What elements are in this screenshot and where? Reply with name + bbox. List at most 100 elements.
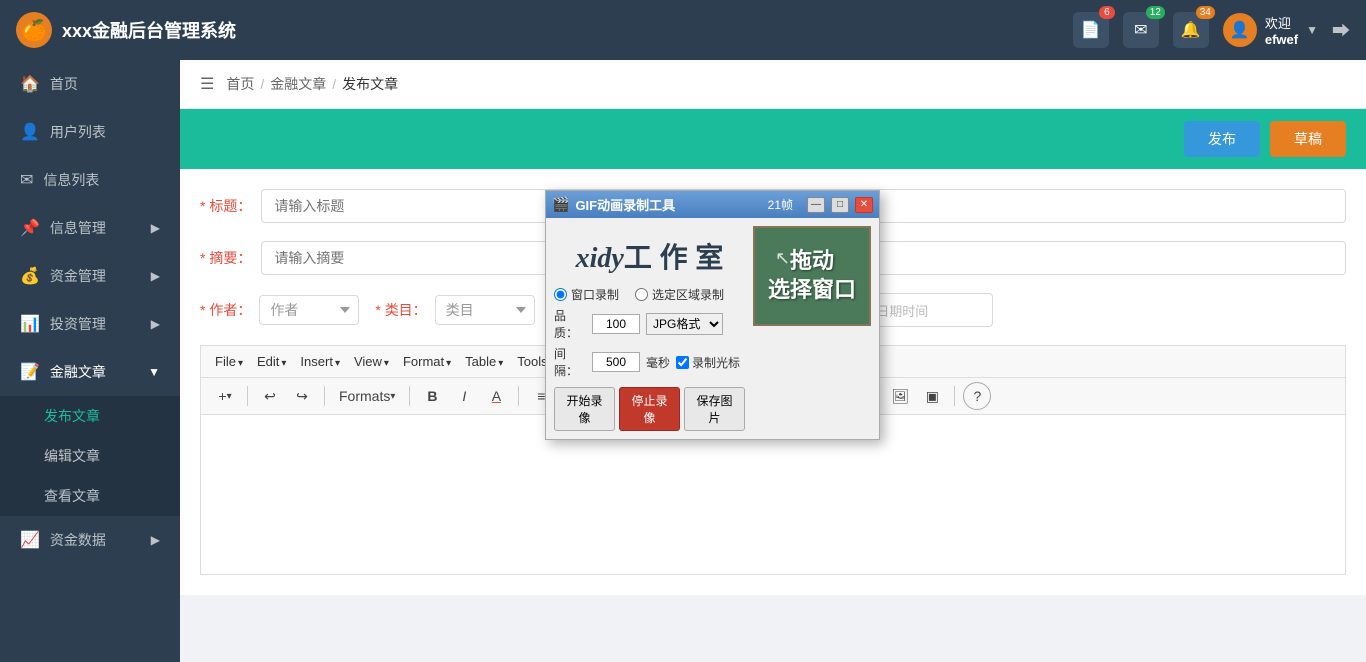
- logo-icon: 🍊: [16, 12, 52, 48]
- gif-preview-right: ↖ 拖动 选择窗口: [753, 226, 871, 326]
- sidebar-item-finance-label: 金融文章: [50, 362, 106, 382]
- gif-settings: 品质： JPG格式 PNG格式 间隔： 毫秒 录制光标: [554, 307, 745, 379]
- radio-region-record[interactable]: 选定区域录制: [635, 286, 724, 303]
- author-select[interactable]: 作者: [259, 295, 359, 325]
- breadcrumb-sep-2: /: [332, 76, 336, 92]
- publish-button[interactable]: 发布: [1184, 121, 1260, 157]
- editor-menu-view[interactable]: View▾: [350, 352, 393, 371]
- save-image-button[interactable]: 保存图片: [684, 387, 745, 431]
- sidebar-item-users[interactable]: 👤 用户列表: [0, 108, 180, 156]
- interval-label: 间隔：: [554, 345, 586, 379]
- format-select[interactable]: JPG格式 PNG格式: [646, 313, 723, 335]
- header: 🍊 xxx金融后台管理系统 📄 6 ✉ 12 🔔 34 👤 欢迎 efwef ▼…: [0, 0, 1366, 60]
- radio-window-record[interactable]: 窗口录制: [554, 286, 619, 303]
- editor-menu-format[interactable]: Format▾: [399, 352, 455, 371]
- category-select[interactable]: 类目: [435, 295, 535, 325]
- sidebar-item-assets-label: 资金管理: [50, 266, 106, 286]
- sidebar-sub-item-edit[interactable]: 编辑文章: [0, 436, 180, 476]
- start-record-button[interactable]: 开始录像: [554, 387, 615, 431]
- sidebar-item-info-mgmt[interactable]: 📌 信息管理 ▶: [0, 204, 180, 252]
- record-cursor-checkbox[interactable]: [676, 356, 689, 369]
- minimize-button[interactable]: —: [807, 197, 825, 213]
- mail-sidebar-icon: ✉: [20, 170, 33, 190]
- font-color-button[interactable]: A: [482, 382, 510, 410]
- gif-right-line2: 选择窗口: [768, 277, 856, 302]
- username-text: efwef: [1265, 32, 1298, 47]
- gif-window-title: GIF动画录制工具: [575, 195, 761, 214]
- stop-record-button[interactable]: 停止录像: [619, 387, 680, 431]
- logo: 🍊 xxx金融后台管理系统: [16, 12, 236, 48]
- money-icon: 💰: [20, 266, 40, 286]
- sidebar-item-invest-label: 投资管理: [50, 314, 106, 334]
- mail-icon-btn[interactable]: ✉ 12: [1123, 12, 1159, 48]
- gif-frame-count: 21帧: [768, 196, 793, 213]
- radio-region-input[interactable]: [635, 288, 648, 301]
- action-bar: 发布 草稿: [180, 109, 1366, 169]
- radio-window-input[interactable]: [554, 288, 567, 301]
- breadcrumb-finance[interactable]: 金融文章: [270, 74, 326, 94]
- redo-button[interactable]: ↪: [288, 382, 316, 410]
- editor-menu-insert[interactable]: Insert▾: [296, 352, 344, 371]
- sidebar-item-info-mgmt-label: 信息管理: [50, 218, 106, 238]
- maximize-button[interactable]: □: [831, 197, 849, 213]
- interval-input[interactable]: [592, 352, 640, 372]
- quality-input[interactable]: [592, 314, 640, 334]
- editor-menu-table[interactable]: Table▾: [461, 352, 507, 371]
- document-badge: 6: [1099, 6, 1115, 19]
- undo-button[interactable]: ↩: [256, 382, 284, 410]
- pin-icon: 📌: [20, 218, 40, 238]
- breadcrumb: ☰ 首页 / 金融文章 / 发布文章: [180, 60, 1366, 109]
- sidebar-item-home[interactable]: 🏠 首页: [0, 60, 180, 108]
- title-label: 标题：: [200, 196, 251, 216]
- toolbar-sep-1: [247, 386, 248, 406]
- editor-menu-edit[interactable]: Edit▾: [253, 352, 290, 371]
- record-cursor-checkbox-label[interactable]: 录制光标: [676, 354, 740, 371]
- chevron-right-icon-3: ▶: [151, 317, 160, 331]
- gif-preview-text: xidy工 作 室: [554, 226, 745, 282]
- mail-badge: 12: [1146, 6, 1165, 19]
- abstract-label: 摘要：: [200, 248, 251, 268]
- sidebar-sub-item-view[interactable]: 查看文章: [0, 476, 180, 516]
- radio-region-label: 选定区域录制: [652, 286, 724, 303]
- document-icon-btn[interactable]: 📄 6: [1073, 12, 1109, 48]
- bell-badge: 34: [1196, 6, 1215, 19]
- sidebar-item-invest[interactable]: 📊 投资管理 ▶: [0, 300, 180, 348]
- quality-label: 品质：: [554, 307, 586, 341]
- logout-icon[interactable]: ⮕: [1332, 17, 1350, 43]
- gif-action-buttons: 开始录像 停止录像 保存图片: [554, 387, 745, 431]
- sidebar-item-assets[interactable]: 💰 资金管理 ▶: [0, 252, 180, 300]
- menu-icon: ☰: [200, 74, 214, 94]
- sidebar-item-assets-data[interactable]: 📈 资金数据 ▶: [0, 516, 180, 564]
- formats-dropdown[interactable]: Formats▾: [333, 382, 401, 410]
- editor-menu-file[interactable]: File▾: [211, 352, 247, 371]
- media-button[interactable]: ▣: [918, 382, 946, 410]
- greeting-text: 欢迎: [1265, 13, 1298, 32]
- help-button[interactable]: ?: [963, 382, 991, 410]
- sidebar: 🏠 首页 👤 用户列表 ✉ 信息列表 📌 信息管理 ▶ 💰 资金管理 ▶ 📊 投…: [0, 60, 180, 662]
- gif-preview-chinese: 工 作 室: [624, 242, 724, 273]
- gif-window-icon: 🎬: [552, 196, 569, 213]
- draft-button[interactable]: 草稿: [1270, 121, 1346, 157]
- user-menu[interactable]: 👤 欢迎 efwef ▼: [1223, 13, 1318, 47]
- sidebar-item-messages-label: 信息列表: [43, 170, 99, 190]
- home-icon: 🏠: [20, 74, 40, 94]
- sidebar-sub-item-publish[interactable]: 发布文章: [0, 396, 180, 436]
- cursor-icon: ↖: [775, 248, 790, 269]
- bell-icon-btn[interactable]: 🔔 34: [1173, 12, 1209, 48]
- sidebar-item-messages[interactable]: ✉ 信息列表: [0, 156, 180, 204]
- author-label: 作者：: [200, 300, 251, 320]
- bold-button[interactable]: B: [418, 382, 446, 410]
- breadcrumb-home[interactable]: 首页: [226, 74, 254, 94]
- close-button[interactable]: ✕: [855, 197, 873, 213]
- sidebar-item-users-label: 用户列表: [50, 122, 106, 142]
- app-title: xxx金融后台管理系统: [62, 17, 236, 43]
- breadcrumb-sep-1: /: [260, 76, 264, 92]
- sidebar-item-finance[interactable]: 📝 金融文章 ▼: [0, 348, 180, 396]
- image-button[interactable]: 🖼: [886, 382, 914, 410]
- record-cursor-label: 录制光标: [692, 354, 740, 371]
- interval-row: 间隔： 毫秒 录制光标: [554, 345, 745, 379]
- italic-button[interactable]: I: [450, 382, 478, 410]
- toolbar-sep-4: [518, 386, 519, 406]
- add-button[interactable]: +▾: [211, 382, 239, 410]
- gif-controls: xidy工 作 室 窗口录制 选定区域录制 品质： JPG格式: [554, 226, 745, 431]
